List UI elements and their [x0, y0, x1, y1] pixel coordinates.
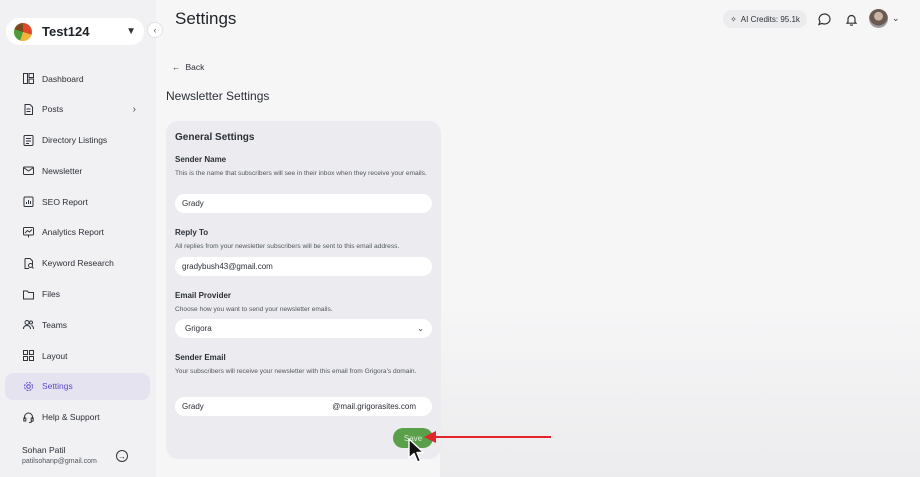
sidebar-nav: Dashboard Posts › Directory Listings New…: [5, 65, 150, 435]
document-icon: [23, 103, 34, 115]
sender-name-help: This is the name that subscribers will s…: [175, 170, 427, 177]
arrow-left-icon: ←: [172, 62, 181, 72]
sidebar-item-seo-report[interactable]: SEO Report: [5, 188, 150, 215]
sidebar-item-newsletter[interactable]: Newsletter: [5, 157, 150, 184]
sidebar-item-analytics-report[interactable]: Analytics Report: [5, 219, 150, 246]
sender-name-label: Sender Name: [175, 155, 227, 164]
mouse-cursor-icon: [408, 438, 425, 463]
collapse-sidebar-button[interactable]: ‹: [147, 22, 163, 38]
user-email: patilsohanp@gmail.com: [22, 458, 97, 465]
ai-credits-badge[interactable]: ✧ AI Credits: 95.1k: [723, 10, 807, 28]
reply-to-help: All replies from your newsletter subscri…: [175, 243, 400, 250]
avatar[interactable]: [869, 9, 888, 28]
workspace-logo: [14, 22, 32, 41]
sidebar-item-help-support[interactable]: Help & Support: [5, 404, 150, 431]
email-provider-value: Grigora: [185, 324, 212, 333]
logout-icon[interactable]: →: [116, 450, 128, 462]
analytics-icon: [23, 226, 34, 238]
sidebar-item-files[interactable]: Files: [5, 281, 150, 308]
list-icon: [23, 134, 34, 146]
sidebar-item-label: Posts: [42, 104, 64, 115]
annotation-arrow-line: [430, 436, 551, 438]
card-title: General Settings: [175, 132, 255, 143]
back-link[interactable]: ← Back: [172, 62, 204, 72]
sidebar-item-directory-listings[interactable]: Directory Listings: [5, 127, 150, 154]
dashboard-icon: [23, 73, 34, 84]
users-icon: [23, 319, 34, 330]
sender-email-value: Grady: [182, 402, 204, 411]
sidebar-item-label: Analytics Report: [42, 227, 104, 238]
back-label: Back: [185, 62, 205, 72]
chevron-down-icon: ⌄: [417, 324, 424, 333]
email-provider-select[interactable]: Grigora ⌄: [175, 319, 432, 338]
sidebar-item-label: Help & Support: [42, 412, 100, 423]
sidebar-item-label: SEO Report: [42, 196, 88, 207]
sidebar-item-layout[interactable]: Layout: [5, 342, 150, 369]
keyword-search-icon: [23, 257, 34, 269]
folder-icon: [23, 289, 34, 300]
bell-icon[interactable]: [844, 12, 858, 26]
mail-icon: [23, 165, 34, 176]
sidebar: Test124 ▼ Dashboard Posts › Directory Li…: [0, 0, 156, 477]
sender-email-help: Your subscribers will receive your newsl…: [175, 368, 417, 375]
sidebar-item-settings[interactable]: Settings: [5, 372, 150, 400]
sidebar-item-label: Layout: [42, 350, 68, 361]
sidebar-item-dashboard[interactable]: Dashboard: [5, 65, 150, 92]
general-settings-card: General Settings Sender Name This is the…: [166, 121, 441, 459]
email-provider-label: Email Provider: [175, 291, 232, 300]
report-icon: [23, 196, 34, 208]
headset-icon: [23, 412, 34, 423]
sidebar-item-keyword-research[interactable]: Keyword Research: [5, 250, 150, 277]
sidebar-item-label: Teams: [42, 319, 68, 330]
sidebar-item-label: Keyword Research: [42, 258, 114, 269]
sender-email-domain: @mail.grigorasites.com: [332, 402, 416, 411]
sender-email-input[interactable]: Grady @mail.grigorasites.com: [175, 397, 432, 416]
sidebar-item-label: Settings: [42, 381, 73, 392]
workspace-name: Test124: [42, 24, 90, 39]
chat-icon[interactable]: [817, 12, 831, 26]
sparkle-icon: ✧: [730, 14, 737, 24]
section-title: Newsletter Settings: [166, 89, 270, 103]
workspace-switcher[interactable]: Test124 ▼: [6, 18, 144, 45]
chevron-right-icon[interactable]: ›: [133, 104, 136, 115]
sender-name-input[interactable]: Grady: [175, 194, 432, 213]
sidebar-item-label: Newsletter: [42, 165, 83, 176]
reply-to-label: Reply To: [175, 228, 209, 237]
sidebar-item-teams[interactable]: Teams: [5, 311, 150, 338]
background-fade: [440, 300, 920, 477]
sidebar-item-label: Directory Listings: [42, 135, 108, 146]
sender-email-label: Sender Email: [175, 353, 226, 362]
page-title: Settings: [175, 9, 237, 28]
email-provider-help: Choose how you want to send your newslet…: [175, 306, 333, 313]
gear-icon: [23, 381, 34, 392]
sidebar-item-posts[interactable]: Posts ›: [5, 96, 150, 123]
sidebar-item-label: Files: [42, 289, 60, 300]
ai-credits-label: AI Credits: 95.1k: [740, 14, 800, 24]
chevron-down-icon[interactable]: ⌄: [892, 13, 900, 24]
chevron-down-icon: ▼: [126, 26, 136, 37]
layout-grid-icon: [23, 350, 34, 362]
reply-to-input[interactable]: gradybush43@gmail.com: [175, 257, 432, 276]
sidebar-item-label: Dashboard: [42, 73, 84, 84]
